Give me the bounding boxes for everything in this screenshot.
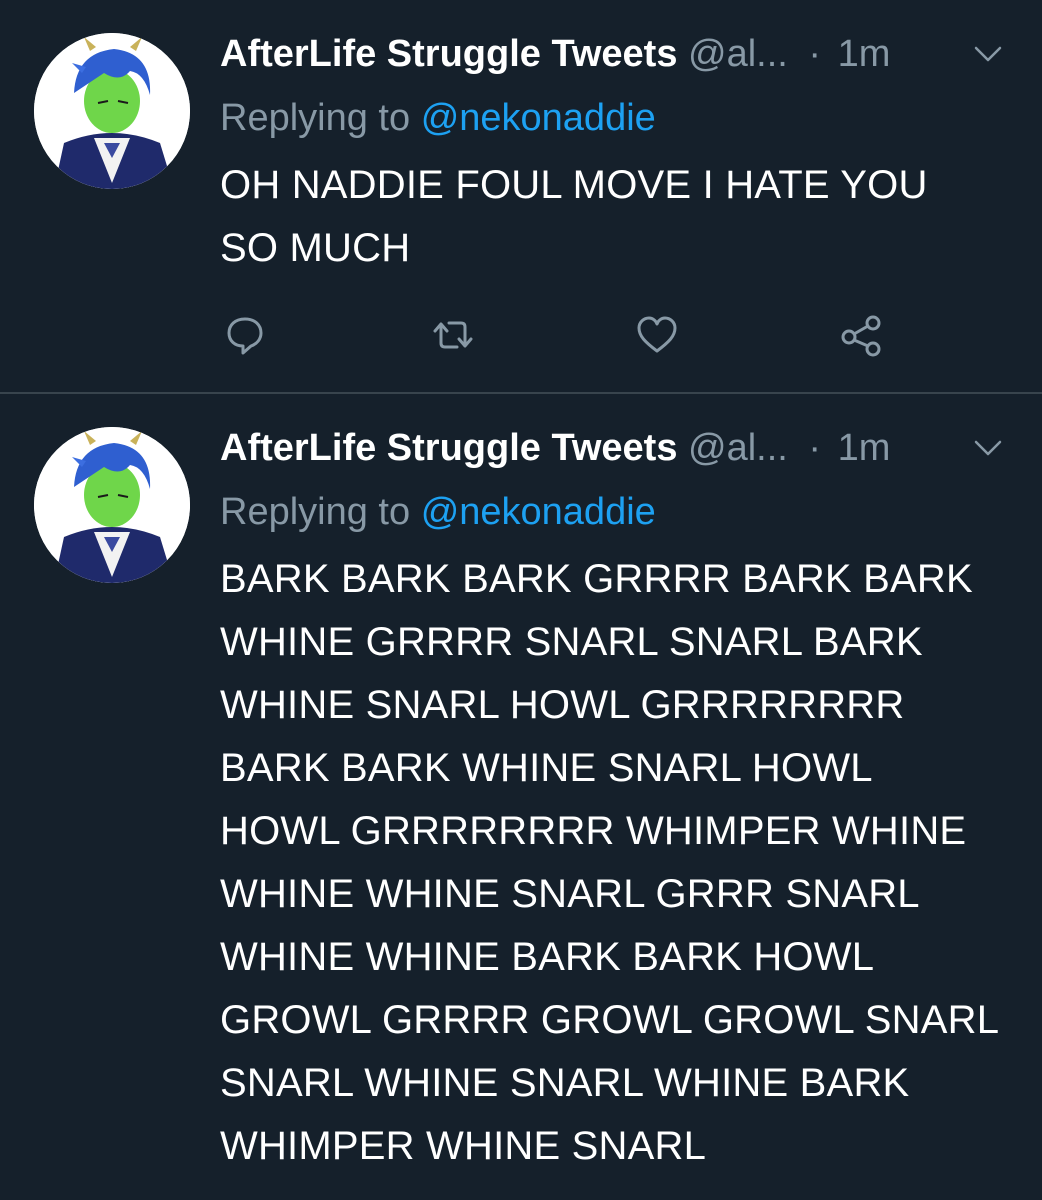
tweet-1[interactable]: AfterLife Struggle Tweets @al... · 1m Re… — [0, 0, 1042, 392]
replying-to: Replying to @nekonaddie — [220, 90, 656, 146]
like-button[interactable] — [632, 310, 682, 360]
tweet-text: BARK BARK BARK GRRRR BARK BARK WHINE GRR… — [220, 557, 1000, 1168]
tweet-header: AfterLife Struggle Tweets @al... · 1m — [220, 420, 1020, 476]
reply-button[interactable] — [220, 310, 270, 360]
author-name[interactable]: AfterLife Struggle Tweets — [220, 33, 677, 75]
reply-mention-link[interactable]: @nekonaddie — [421, 97, 656, 139]
avatar-image — [34, 33, 190, 189]
timestamp[interactable]: 1m — [838, 427, 891, 469]
like-icon — [637, 316, 677, 353]
separator-dot: · — [808, 427, 822, 469]
author-handle[interactable]: @al... — [688, 33, 788, 75]
tweet-text: OH NADDIE FOUL MOVE I HATE YOU SO MUCH — [220, 163, 928, 270]
separator-dot: · — [808, 33, 822, 75]
retweet-icon — [433, 321, 473, 349]
avatar-image — [34, 427, 190, 583]
tweet-actions — [220, 310, 920, 360]
share-button[interactable] — [836, 310, 886, 360]
replying-to: Replying to @nekonaddie — [220, 484, 656, 540]
author-name[interactable]: AfterLife Struggle Tweets — [220, 427, 677, 469]
chevron-down-icon[interactable] — [972, 434, 1004, 462]
tweet-header: AfterLife Struggle Tweets @al... · 1m — [220, 26, 1020, 82]
replying-to-label: Replying to — [220, 491, 411, 533]
retweet-button[interactable] — [428, 310, 478, 360]
tweet-2[interactable]: AfterLife Struggle Tweets @al... · 1m Re… — [0, 394, 1042, 1200]
avatar[interactable] — [34, 427, 190, 583]
author-handle[interactable]: @al... — [688, 427, 788, 469]
reply-icon — [227, 317, 263, 355]
chevron-down-icon[interactable] — [972, 40, 1004, 68]
timestamp[interactable]: 1m — [838, 33, 891, 75]
avatar[interactable] — [34, 33, 190, 189]
share-icon — [841, 315, 881, 357]
replying-to-label: Replying to — [220, 97, 411, 139]
reply-mention-link[interactable]: @nekonaddie — [421, 491, 656, 533]
